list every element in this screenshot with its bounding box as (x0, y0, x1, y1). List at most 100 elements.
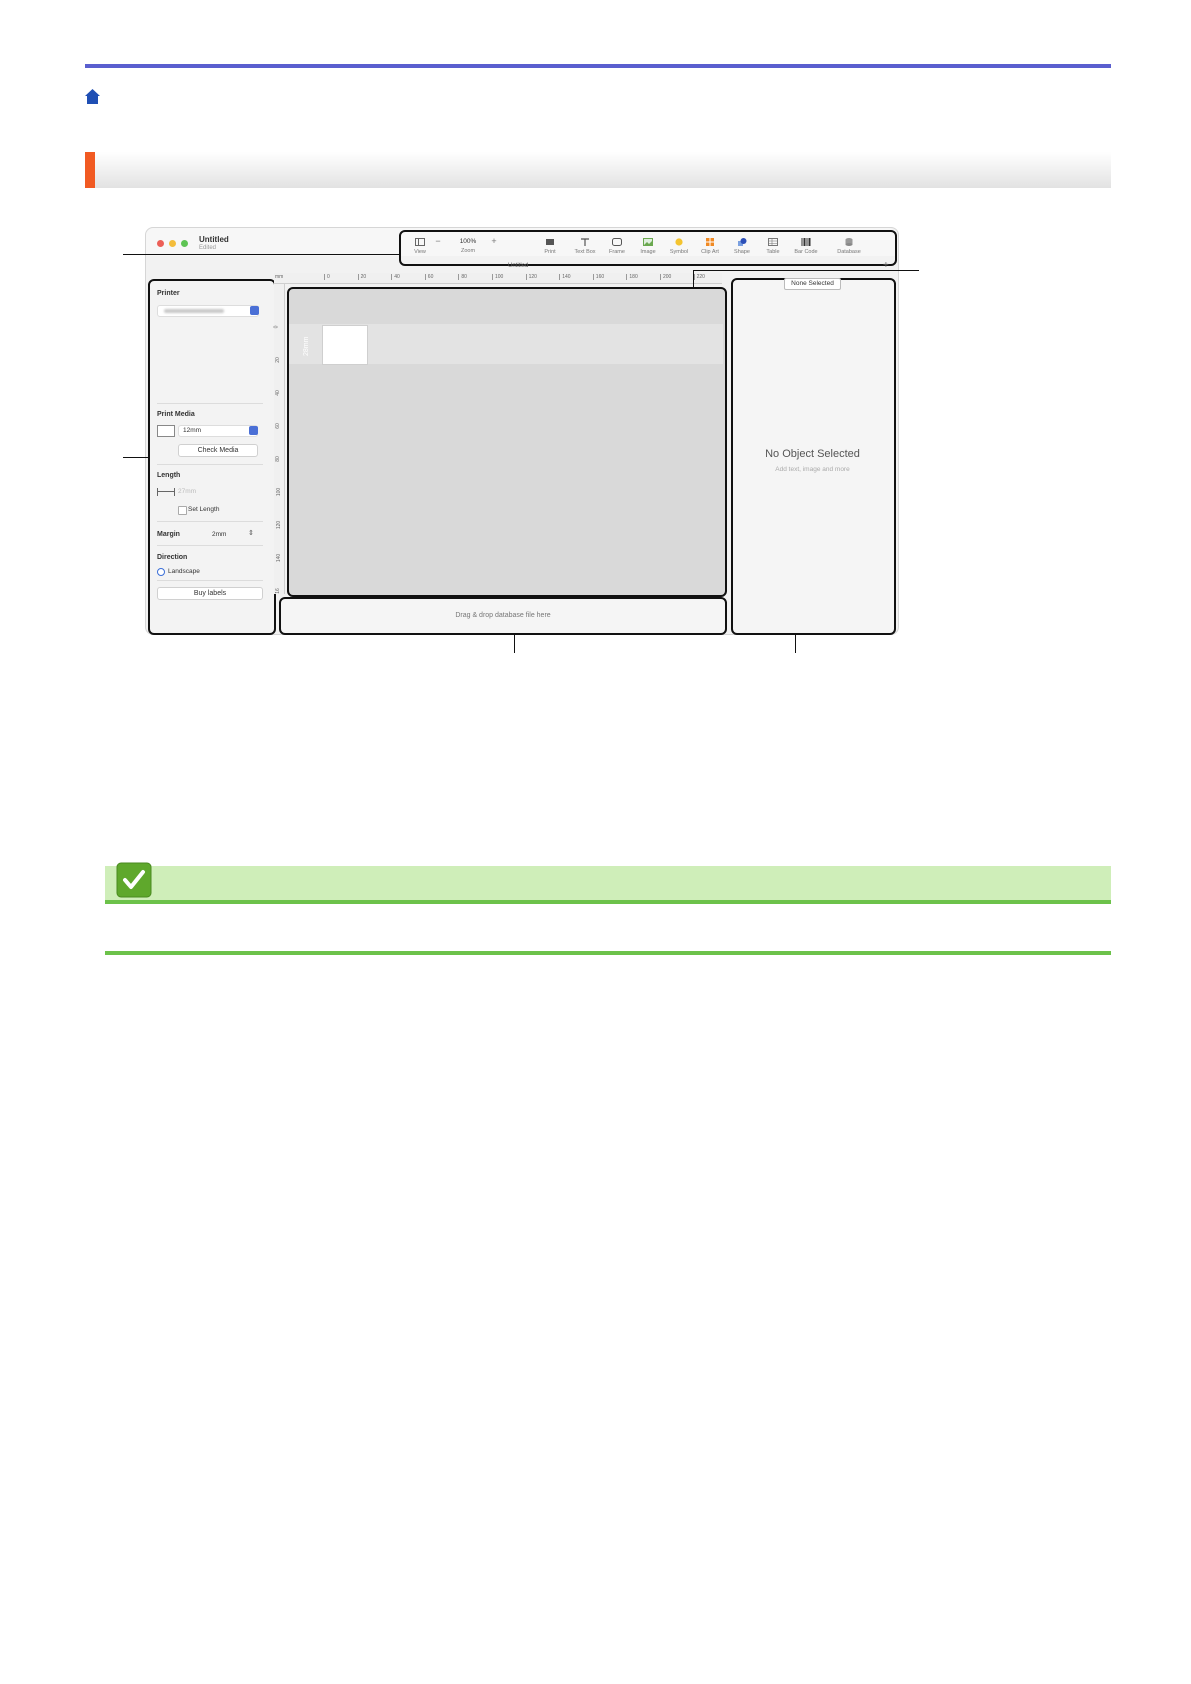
margin-label: Margin (157, 531, 180, 538)
margin-value[interactable]: 2mm (212, 531, 226, 538)
zoom-out-button[interactable]: − (431, 232, 445, 264)
print-media-select[interactable]: 12mm (178, 425, 258, 437)
database-icon (845, 238, 853, 246)
no-object-title: No Object Selected (765, 448, 860, 460)
landscape-radio[interactable] (157, 568, 165, 576)
left-ruler: 0 20 40 60 80 100 120 140 16 (273, 284, 285, 594)
text-box-button[interactable]: Text Box (568, 232, 602, 264)
ruler-tick-label: 80 (274, 456, 281, 462)
close-window-button[interactable] (157, 240, 164, 247)
zoom-in-button[interactable]: + (487, 232, 501, 264)
minimize-window-button[interactable] (169, 240, 176, 247)
set-length-checkbox[interactable] (178, 506, 187, 515)
top-ruler: mm 0 20 40 60 80 100 120 140 160 180 200 220 (274, 273, 722, 284)
chevron-down-icon (250, 306, 259, 315)
minus-icon: − (435, 236, 441, 246)
ruler-tick-label: 180 (626, 274, 638, 280)
zoom-value: 100% (459, 238, 477, 245)
plus-icon: + (491, 236, 497, 246)
printer-label: Printer (157, 290, 180, 297)
ruler-tick-label: 20 (357, 274, 366, 280)
ruler-tick-label: 160 (592, 274, 604, 280)
note-bar (105, 866, 1111, 902)
print-media-value: 12mm (183, 427, 202, 434)
bar-code-button[interactable]: Bar Code (789, 232, 823, 264)
image-icon (643, 238, 653, 246)
ruler-tick-label: 40 (391, 274, 400, 280)
ruler-tick-label: 60 (274, 423, 281, 429)
ruler-tick-label: 220 (693, 274, 705, 280)
no-object-subtitle: Add text, image and more (775, 466, 850, 473)
database-drop-area[interactable]: Drag & drop database file here (279, 597, 727, 635)
label-settings-panel: Printer Print Media 12mm Check Media Len… (148, 279, 276, 635)
note-rule (105, 900, 1111, 904)
clip-art-icon (706, 238, 714, 246)
database-button[interactable]: Database (832, 232, 866, 264)
table-label: Table (766, 249, 780, 255)
shape-button[interactable]: Shape (725, 232, 759, 264)
home-icon[interactable] (84, 88, 101, 105)
symbol-label: Symbol (669, 249, 689, 255)
zoom-control[interactable]: 100% Zoom (451, 232, 485, 264)
window-subtitle: Edited (199, 245, 217, 251)
print-label: Print (544, 249, 556, 255)
symbol-button[interactable]: Symbol (662, 232, 696, 264)
landscape-label: Landscape (168, 568, 200, 575)
ruler-tick-label: 100 (276, 487, 283, 497)
document-tab[interactable]: Untitled (508, 263, 528, 269)
direction-label: Direction (157, 554, 188, 561)
label-dimension: 28mm (303, 336, 310, 356)
ruler-tick-label: 200 (660, 274, 671, 280)
clip-art-button[interactable]: Clip Art (693, 232, 727, 264)
note-bottom-rule (105, 951, 1111, 955)
ruler-tick-label: 0 (273, 325, 280, 329)
ruler-tick-label: 60 (424, 274, 433, 280)
section-heading-bar (85, 152, 1111, 188)
callout-line-canvas-drop (693, 270, 694, 287)
printer-select[interactable] (157, 305, 259, 317)
section-accent (85, 152, 95, 188)
ruler-tick-label: 20 (274, 357, 281, 363)
bar-code-icon (801, 238, 811, 246)
zoom-window-button[interactable] (181, 240, 188, 247)
check-media-button[interactable]: Check Media (178, 444, 258, 457)
length-label: Length (157, 472, 181, 479)
ruler-tick-label: 16 (274, 588, 281, 594)
bar-code-label: Bar Code (794, 249, 818, 255)
callout-line-canvas (693, 270, 919, 271)
ruler-tick-label: 120 (525, 274, 537, 280)
none-selected-badge: None Selected (784, 278, 841, 290)
set-length-label: Set Length (188, 506, 220, 513)
callout-line-settings (123, 457, 148, 458)
label-object[interactable] (322, 325, 368, 365)
callout-line-inspector (795, 633, 796, 653)
ruler-tick-label: 140 (559, 274, 571, 280)
symbol-icon (675, 238, 683, 246)
ruler-tick-label: 40 (274, 390, 281, 396)
table-button[interactable]: Table (756, 232, 790, 264)
view-icon (415, 238, 425, 246)
image-button[interactable]: Image (631, 232, 665, 264)
ruler-tick-label: 120 (276, 520, 283, 530)
media-tape-icon (157, 425, 175, 437)
clip-art-label: Clip Art (701, 249, 719, 255)
ruler-tick-label: 140 (276, 553, 283, 563)
callout-line-database (514, 633, 515, 653)
callout-line-toolbar (123, 254, 399, 255)
text-box-icon (581, 238, 589, 246)
print-icon (546, 239, 554, 245)
ruler-tick-label: 0 (324, 274, 330, 280)
table-icon (768, 238, 778, 246)
top-rule (85, 64, 1111, 68)
margin-stepper-icon[interactable]: ⇕ (248, 529, 254, 537)
ruler-tick-label: 80 (458, 274, 467, 280)
length-value[interactable]: 27mm (178, 488, 196, 495)
zoom-label: Zoom (460, 248, 476, 254)
print-button[interactable]: Print (533, 232, 567, 264)
buy-labels-button[interactable]: Buy labels (157, 587, 263, 600)
length-icon (157, 488, 175, 496)
ruler-unit: mm (275, 274, 284, 280)
window-title: Untitled (199, 235, 229, 244)
print-media-label: Print Media (157, 411, 195, 418)
frame-button[interactable]: Frame (600, 232, 634, 264)
